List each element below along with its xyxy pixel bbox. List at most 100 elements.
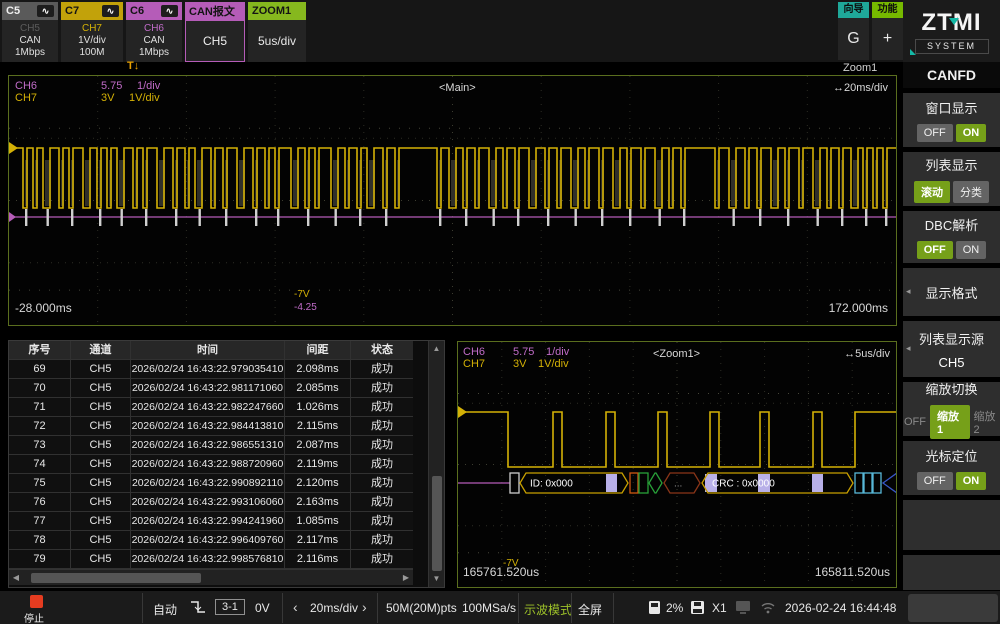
tab-header[interactable]: ZOOM1 — [248, 2, 306, 20]
main-waveform-plot[interactable] — [9, 76, 896, 325]
trigger-level[interactable]: 0V — [255, 601, 270, 615]
decode-segment[interactable]: ... — [664, 473, 700, 493]
sidebar-section-列表显示源[interactable]: ◂列表显示源CH5 — [903, 321, 1000, 377]
trigger-slope-icon[interactable] — [190, 600, 206, 615]
scroll-right-icon[interactable]: ▶ — [399, 570, 413, 586]
table-row[interactable]: 78CH52026/02/24 16:43:22.9964097602.117m… — [9, 531, 413, 550]
option-缩放1[interactable]: 缩放1 — [930, 405, 970, 439]
tab-header[interactable]: C5∿ — [2, 2, 58, 20]
decode-segment[interactable] — [639, 473, 648, 493]
zoom1-waveform-panel[interactable]: ID: 0x000...CRC : 0x0000 CH6 5.75 1/div … — [457, 341, 897, 588]
option-row: OFFON — [917, 124, 987, 142]
option-ON[interactable]: ON — [956, 124, 987, 142]
trigger-position-marker[interactable]: T↓ — [127, 60, 139, 72]
table-row[interactable]: 72CH52026/02/24 16:43:22.9844138102.115m… — [9, 417, 413, 436]
statusbar-right-panel[interactable] — [908, 594, 998, 622]
table-cell: 2.116ms — [285, 550, 351, 568]
table-row[interactable]: 77CH52026/02/24 16:43:22.9942419601.085m… — [9, 512, 413, 531]
decode-segment[interactable] — [864, 473, 872, 493]
decode-segment[interactable] — [855, 473, 863, 493]
stop-icon[interactable] — [30, 595, 43, 608]
channel-tab-ZOOM1[interactable]: ZOOM1 5us/div — [248, 2, 306, 62]
ch7-scale: 3V — [101, 92, 114, 104]
tab-body[interactable]: CH5 — [185, 20, 245, 62]
decode-segment[interactable] — [873, 473, 881, 493]
scroll-left-icon[interactable]: ◀ — [9, 570, 23, 586]
wizard-button[interactable]: 向导 G — [838, 2, 869, 60]
horizontal-scroll-thumb[interactable] — [31, 573, 201, 583]
scroll-up-icon[interactable]: ▲ — [430, 341, 444, 357]
ch6-scale: 5.75 — [101, 80, 122, 92]
can-message-table: 序号通道时间间距状态69CH52026/02/24 16:43:22.97903… — [8, 340, 445, 588]
decode-segment[interactable] — [883, 473, 896, 493]
table-cell: CH5 — [71, 455, 131, 473]
system-badge[interactable]: SYSTEM — [915, 39, 989, 54]
option-分类[interactable]: 分类 — [953, 181, 989, 203]
decode-segment[interactable] — [510, 473, 519, 493]
option-缩放2[interactable]: 缩放2 — [973, 405, 1000, 439]
table-cell: 2026/02/24 16:43:22.984413810 — [131, 417, 285, 435]
decode-segment[interactable]: CRC : 0x0000 — [702, 473, 853, 493]
timebase-prev-icon[interactable]: ‹ — [293, 599, 298, 615]
table-row[interactable]: 74CH52026/02/24 16:43:22.9887209602.119m… — [9, 455, 413, 474]
section-value[interactable]: CH5 — [938, 355, 964, 370]
sidebar-section-窗口显示: 窗口显示 OFFON — [903, 93, 1000, 147]
table-cell: 2026/02/24 16:43:22.993106060 — [131, 493, 285, 511]
vertical-scrollbar[interactable]: ▲ ▼ — [428, 341, 444, 587]
channel-tab-C6[interactable]: C6∿CH6CAN1Mbps — [126, 2, 182, 62]
sample-rate: 100MSa/s — [462, 601, 516, 615]
tab-body[interactable]: CH5CAN1Mbps — [2, 20, 58, 62]
option-OFF[interactable]: OFF — [917, 472, 953, 490]
vertical-scroll-thumb[interactable] — [432, 476, 442, 571]
zoom1-waveform-plot[interactable]: ID: 0x000...CRC : 0x0000 — [458, 342, 896, 587]
table-cell: 69 — [9, 360, 71, 378]
table-row[interactable]: 73CH52026/02/24 16:43:22.9865513102.087m… — [9, 436, 413, 455]
scroll-down-icon[interactable]: ▼ — [430, 571, 444, 587]
tab-header[interactable]: C7∿ — [61, 2, 123, 20]
tab-header[interactable]: C6∿ — [126, 2, 182, 20]
decode-segment[interactable] — [649, 473, 662, 493]
wizard-icon: G — [838, 18, 869, 60]
option-OFF[interactable]: OFF — [917, 241, 953, 259]
table-cell: 2026/02/24 16:43:22.996409760 — [131, 531, 285, 549]
option-ON[interactable]: ON — [956, 241, 987, 259]
sidebar-section-列表显示: 列表显示滚动分类 — [903, 152, 1000, 206]
option-ON[interactable]: ON — [956, 472, 987, 490]
tab-body[interactable]: CH6CAN1Mbps — [126, 20, 182, 62]
tab-header-label: C7 — [65, 5, 79, 17]
tab-body[interactable]: CH71V/div100M — [61, 20, 123, 62]
decode-segment[interactable] — [630, 473, 638, 493]
trigger-source[interactable]: 3-1 — [215, 599, 245, 615]
option-OFF[interactable]: OFF — [917, 124, 953, 142]
table-row[interactable]: 69CH52026/02/24 16:43:22.9790354102.098m… — [9, 360, 413, 379]
table-row[interactable]: 79CH52026/02/24 16:43:22.9985768102.116m… — [9, 550, 413, 569]
channel-tab-C7[interactable]: C7∿CH71V/div100M — [61, 2, 123, 62]
trigger-mode[interactable]: 自动 — [153, 601, 177, 618]
decode-segment[interactable]: ID: 0x000 — [520, 473, 628, 493]
channel-tab-C5[interactable]: C5∿CH5CAN1Mbps — [2, 2, 58, 62]
timebase-value[interactable]: 20ms/div — [310, 601, 358, 615]
table-row[interactable]: 76CH52026/02/24 16:43:22.9931060602.163m… — [9, 493, 413, 512]
option-滚动[interactable]: 滚动 — [914, 181, 950, 203]
table-row[interactable]: 75CH52026/02/24 16:43:22.9908921102.120m… — [9, 474, 413, 493]
section-label: 窗口显示 — [925, 98, 977, 117]
tab-body[interactable]: 5us/div — [248, 20, 306, 62]
scope-mode[interactable]: 示波模式 — [524, 601, 572, 618]
table-cell: 70 — [9, 379, 71, 397]
usb-count: X1 — [712, 601, 727, 615]
channel-tab-CAN报文[interactable]: CAN报文CH5 — [185, 2, 245, 62]
function-button[interactable]: 功能 + — [872, 2, 903, 60]
tab-header[interactable]: CAN报文 — [185, 2, 245, 20]
main-waveform-panel[interactable]: CH6 5.75 1/div CH7 3V 1V/div <Main> ↔20m… — [8, 75, 897, 326]
sidebar-section-显示格式[interactable]: ◂显示格式 — [903, 268, 1000, 316]
horizontal-scrollbar[interactable]: ◀▶ — [9, 569, 413, 585]
table-cell: CH5 — [71, 474, 131, 492]
tab-header-label: C5 — [6, 5, 20, 17]
tab-header-label: ZOOM1 — [252, 5, 291, 17]
fullscreen-button[interactable]: 全屏 — [578, 601, 602, 618]
option-OFF[interactable]: OFF — [903, 413, 927, 431]
table-row[interactable]: 70CH52026/02/24 16:43:22.9811710602.085m… — [9, 379, 413, 398]
timebase-next-icon[interactable]: › — [362, 599, 367, 615]
table-row[interactable]: 71CH52026/02/24 16:43:22.9822476601.026m… — [9, 398, 413, 417]
table-cell: CH5 — [71, 417, 131, 435]
